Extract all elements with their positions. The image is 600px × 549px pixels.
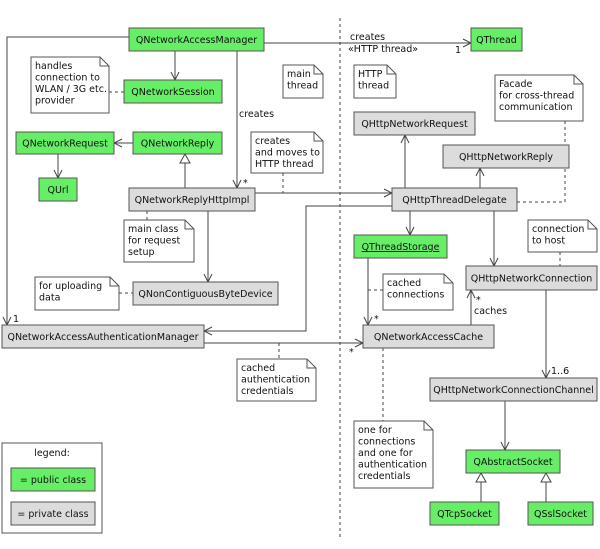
class-qhttp-network-connection: QHttpNetworkConnection xyxy=(465,265,598,291)
class-name: QNetworkAccessAuthenticationManager xyxy=(7,332,198,343)
note-line: Facade xyxy=(499,79,532,90)
class-qtcp-socket: QTcpSocket xyxy=(429,501,500,526)
class-qthread: QThread xyxy=(470,27,523,52)
label-http-thread-stereotype: «HTTP thread» xyxy=(348,44,418,55)
note: cachedconnections xyxy=(382,273,454,311)
note-line: credentials xyxy=(241,386,293,397)
label-mult-thread-1: 1 xyxy=(455,45,461,56)
label-mult-conn-star: * xyxy=(476,295,481,306)
class-name: QNetworkAccessManager xyxy=(136,35,257,46)
note-line: HTTP thread xyxy=(255,159,313,170)
class-name: QSslSocket xyxy=(534,509,587,520)
note: cachedauthenticationcredentials xyxy=(236,358,317,402)
note-line: main xyxy=(287,69,311,80)
note: HTTPthread xyxy=(353,64,397,99)
class-name: QHttpNetworkRequest xyxy=(361,119,468,130)
association-edge xyxy=(204,205,392,331)
label-caches: caches xyxy=(474,306,507,317)
note-line: data xyxy=(39,293,60,304)
label-mult-reply-star: * xyxy=(243,178,248,189)
label-mult-channel: 1..6 xyxy=(551,366,569,377)
note-line: provider xyxy=(35,96,75,107)
note-line: connections xyxy=(358,437,415,448)
class-name: QNetworkAccessCache xyxy=(374,332,483,343)
note-line: WLAN / 3G etc. xyxy=(35,84,107,95)
legend: legend: = public class = private class xyxy=(1,442,103,534)
note: main classfor requestsetup xyxy=(123,219,195,263)
note-line: for cross-thread xyxy=(499,91,574,102)
note: connectionto host xyxy=(527,219,598,253)
legend-public-label: = public class xyxy=(20,475,86,486)
class-qnon-contiguous-byte-device: QNonContiguousByteDevice xyxy=(132,281,279,306)
note-line: authentication xyxy=(358,460,427,471)
note-line: credentials xyxy=(358,471,410,482)
note-line: HTTP xyxy=(358,69,383,80)
class-name: QThreadStorage xyxy=(362,242,440,253)
class-name: QAbstractSocket xyxy=(473,457,552,468)
class-name: QNonContiguousByteDevice xyxy=(138,289,272,300)
label-mult-cache-star: * xyxy=(349,347,354,358)
note-line: connections xyxy=(387,290,444,301)
class-qhttp-network-connection-channel: QHttpNetworkConnectionChannel xyxy=(429,377,598,402)
class-qssl-socket: QSslSocket xyxy=(527,501,594,526)
note-line: cached xyxy=(241,363,275,374)
class-name: QHttpNetworkConnection xyxy=(471,274,593,285)
note-line: communication xyxy=(499,102,572,113)
note-line: connection to xyxy=(35,73,100,84)
note-line: cached xyxy=(387,278,421,289)
label-mult-storage-star: * xyxy=(374,314,379,325)
note-line: and moves to xyxy=(255,148,320,159)
class-name: QTcpSocket xyxy=(437,509,492,520)
legend-title: legend: xyxy=(34,448,70,459)
note-line: setup xyxy=(128,247,155,258)
class-qurl: QUrl xyxy=(38,177,78,202)
class-name: QNetworkReplyHttpImpl xyxy=(135,195,250,206)
note-line: handles xyxy=(35,61,72,72)
label-mult-auth-1: 1 xyxy=(13,314,19,325)
legend-private-label: = private class xyxy=(17,509,88,520)
class-name: QThread xyxy=(476,35,517,46)
class-name: QHttpNetworkConnectionChannel xyxy=(433,385,594,396)
note: for uploadingdata xyxy=(34,276,120,311)
class-qnetwork-access-cache: QNetworkAccessCache xyxy=(362,324,495,349)
note: Facadefor cross-threadcommunication xyxy=(494,74,584,122)
class-name: QNetworkSession xyxy=(131,87,214,98)
note: handlesconnection toWLAN / 3G etc.provid… xyxy=(30,56,110,114)
note-line: one for xyxy=(358,425,392,436)
class-qnetwork-access-authentication-manager: QNetworkAccessAuthenticationManager xyxy=(1,324,205,349)
note-line: to host xyxy=(532,236,565,247)
class-qthread-storage: QThreadStorage xyxy=(353,234,448,259)
label-creates-thread: creates xyxy=(350,32,385,43)
note: one forconnectionsand one forauthenticat… xyxy=(353,420,434,489)
class-qhttp-thread-delegate: QHttpThreadDelegate xyxy=(391,187,518,212)
note-line: for request xyxy=(128,236,180,247)
note-line: connection xyxy=(532,224,584,235)
class-name: QUrl xyxy=(48,185,69,196)
class-name: QHttpThreadDelegate xyxy=(402,195,507,206)
class-qnetwork-session: QNetworkSession xyxy=(123,79,223,104)
note-line: authentication xyxy=(241,375,310,386)
note-line: and one for xyxy=(358,448,413,459)
class-qhttp-network-request: QHttpNetworkRequest xyxy=(353,111,476,136)
class-qabstract-socket: QAbstractSocket xyxy=(465,449,561,474)
note-line: creates xyxy=(255,136,290,147)
note-line: for uploading xyxy=(39,281,102,292)
class-qnetwork-reply-http-impl: QNetworkReplyHttpImpl xyxy=(128,187,256,212)
note-line: main class xyxy=(128,224,178,235)
class-diagram: handlesconnection toWLAN / 3G etc.provid… xyxy=(1,18,598,540)
class-name: QNetworkRequest xyxy=(22,139,108,150)
note-line: thread xyxy=(287,81,318,92)
class-name: QNetworkReply xyxy=(141,139,215,150)
note: mainthread xyxy=(282,64,324,99)
class-qnetwork-reply: QNetworkReply xyxy=(132,131,223,155)
note: createsand moves toHTTP thread xyxy=(250,131,324,174)
class-name: QHttpNetworkReply xyxy=(459,152,553,163)
class-qnetwork-access-manager: QNetworkAccessManager xyxy=(128,27,265,52)
class-qnetwork-request: QNetworkRequest xyxy=(15,131,115,155)
label-creates: creates xyxy=(239,109,274,120)
note-line: thread xyxy=(358,81,389,92)
class-qhttp-network-reply: QHttpNetworkReply xyxy=(442,144,570,169)
